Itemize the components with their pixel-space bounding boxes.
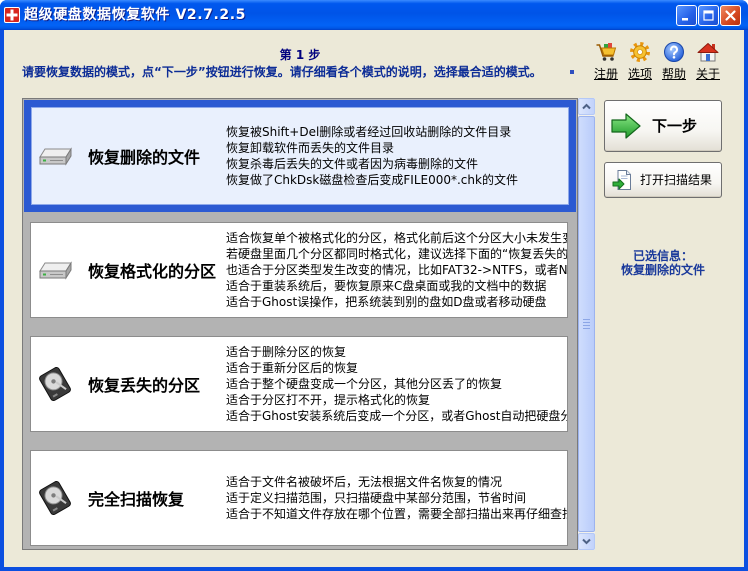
- options-link[interactable]: 选项: [625, 41, 655, 83]
- chevron-up-icon: [582, 103, 591, 110]
- register-label[interactable]: 注册: [591, 67, 621, 81]
- mode-title: 恢复丢失的分区: [88, 376, 201, 395]
- options-label[interactable]: 选项: [625, 67, 655, 81]
- cart-icon: [595, 41, 617, 63]
- app-window: 超级硬盘数据恢复软件 V2.7.2.5 第 1 步 请要恢复数据的模式，点“下一…: [0, 0, 748, 571]
- description-line: 恢复做了ChkDsk磁盘检查后变成FILE000*.chk的文件: [226, 173, 518, 187]
- mode-title: 完全扫描恢复: [88, 490, 185, 509]
- description-line: 适合于不知道文件存放在哪个位置，需要全部扫描出来再仔细查找: [226, 507, 568, 521]
- description-line: 也适合于分区类型发生改变的情况，比如FAT32->NTFS，或者NTFS: [226, 263, 568, 277]
- selection-info: 已选信息： 恢复删除的文件: [604, 249, 722, 277]
- description-line: 适合恢复单个被格式化的分区，格式化前后这个分区大小未发生变: [226, 231, 568, 245]
- description-line: 适合于重新分区后的恢复: [226, 361, 359, 375]
- help-link[interactable]: 帮助: [659, 41, 689, 83]
- scroll-up-button[interactable]: [578, 98, 595, 115]
- grip-line: [583, 319, 590, 320]
- step-title: 第 1 步: [279, 48, 321, 62]
- help-label[interactable]: 帮助: [659, 67, 689, 81]
- description-line: 适合于重装系统后，要恢复原来C盘桌面或我的文档中的数据: [226, 279, 547, 293]
- red-cross-app-icon[interactable]: [4, 7, 20, 23]
- selection-info-label: 已选信息：: [632, 249, 693, 263]
- description-line: 恢复被Shift+Del删除或者经过回收站删除的文件目录: [226, 125, 512, 139]
- about-label[interactable]: 关于: [693, 67, 723, 81]
- selection-info-value: 恢复删除的文件: [620, 263, 705, 277]
- open-scan-results-button[interactable]: 打开扫描结果: [604, 162, 722, 198]
- help-icon: [663, 41, 685, 63]
- window-title: 超级硬盘数据恢复软件 V2.7.2.5: [24, 7, 247, 23]
- description-line: 适于定义扫描范围，只扫描硬盘中某部分范围，节省时间: [226, 491, 527, 505]
- maximize-button[interactable]: [698, 5, 719, 26]
- mode-recover-lost-partition[interactable]: 恢复丢失的分区 适合于删除分区的恢复 适合于重新分区后的恢复 适合于整个硬盘变成…: [30, 336, 568, 432]
- open-document-icon: [612, 169, 634, 191]
- description-line: 适合于删除分区的恢复: [226, 345, 347, 359]
- instruction-text: 请要恢复数据的模式，点“下一步”按钮进行恢复。请仔细看各个模式的说明，选择最合适…: [22, 65, 542, 79]
- mode-title: 恢复格式化的分区: [88, 262, 217, 281]
- next-step-label: 下一步: [652, 117, 698, 135]
- minimize-icon: [682, 18, 688, 21]
- description-line: 适合于整个硬盘变成一个分区，其他分区丢了的恢复: [226, 377, 503, 391]
- scroll-down-button[interactable]: [578, 533, 595, 550]
- description-line: 恢复卸载软件而丢失的文件目录: [226, 141, 395, 155]
- mode-description: 适合恢复单个被格式化的分区，格式化前后这个分区大小未发生变 若硬盘里面几个分区都…: [226, 230, 568, 310]
- mode-title: 恢复删除的文件: [88, 148, 201, 167]
- mode-full-scan-recovery[interactable]: 完全扫描恢复 适合于文件名被破坏后，无法根据文件名恢复的情况 适于定义扫描范围，…: [30, 450, 568, 546]
- marker-square: [570, 70, 574, 74]
- about-link[interactable]: 关于: [693, 41, 723, 83]
- hard-drive-icon: [38, 253, 72, 287]
- mode-description: 适合于删除分区的恢复 适合于重新分区后的恢复 适合于整个硬盘变成一个分区，其他分…: [226, 344, 568, 424]
- maximize-icon: [703, 10, 714, 21]
- chevron-down-icon: [582, 538, 591, 545]
- description-line: 适合于Ghost误操作，把系统装到别的盘如D盘或者移动硬盘: [226, 295, 547, 309]
- next-step-button[interactable]: 下一步: [604, 100, 722, 152]
- grip-line: [583, 325, 590, 326]
- mode-description: 适合于文件名被破坏后，无法根据文件名恢复的情况 适于定义扫描范围，只扫描硬盘中某…: [226, 474, 568, 522]
- minimize-button[interactable]: [676, 5, 697, 26]
- list-scrollbar[interactable]: [578, 98, 595, 550]
- green-arrow-icon: [610, 112, 642, 140]
- grip-line: [583, 322, 590, 323]
- description-line: 恢复杀毒后丢失的文件或者因为病毒删除的文件: [226, 157, 479, 171]
- open-hard-disk-icon: [38, 367, 72, 401]
- description-line: 适合于文件名被破坏后，无法根据文件名恢复的情况: [226, 475, 503, 489]
- home-icon: [697, 41, 719, 63]
- close-button[interactable]: [720, 5, 741, 26]
- mode-list[interactable]: 恢复删除的文件 恢复被Shift+Del删除或者经过回收站删除的文件目录 恢复卸…: [22, 98, 578, 550]
- grip-line: [583, 328, 590, 329]
- mode-recover-deleted-files[interactable]: 恢复删除的文件 恢复被Shift+Del删除或者经过回收站删除的文件目录 恢复卸…: [24, 100, 576, 212]
- hard-drive-icon: [38, 139, 72, 173]
- description-line: 若硬盘里面几个分区都同时格式化，建议选择下面的“恢复丢失的分: [226, 247, 568, 261]
- close-icon: [725, 10, 736, 21]
- scroll-thumb[interactable]: [578, 116, 595, 532]
- mode-recover-formatted-partition[interactable]: 恢复格式化的分区 适合恢复单个被格式化的分区，格式化前后这个分区大小未发生变 若…: [30, 222, 568, 318]
- title-bar[interactable]: 超级硬盘数据恢复软件 V2.7.2.5: [0, 0, 748, 30]
- description-line: 适合于分区打不开，提示格式化的恢复: [226, 393, 431, 407]
- description-line: 适合于Ghost安装系统后变成一个分区，或者Ghost自动把硬盘分成: [226, 409, 568, 423]
- register-link[interactable]: 注册: [591, 41, 621, 83]
- open-scan-results-label: 打开扫描结果: [640, 173, 713, 187]
- open-hard-disk-icon: [38, 481, 72, 515]
- gear-icon: [629, 41, 651, 63]
- mode-description: 恢复被Shift+Del删除或者经过回收站删除的文件目录 恢复卸载软件而丢失的文…: [226, 124, 518, 188]
